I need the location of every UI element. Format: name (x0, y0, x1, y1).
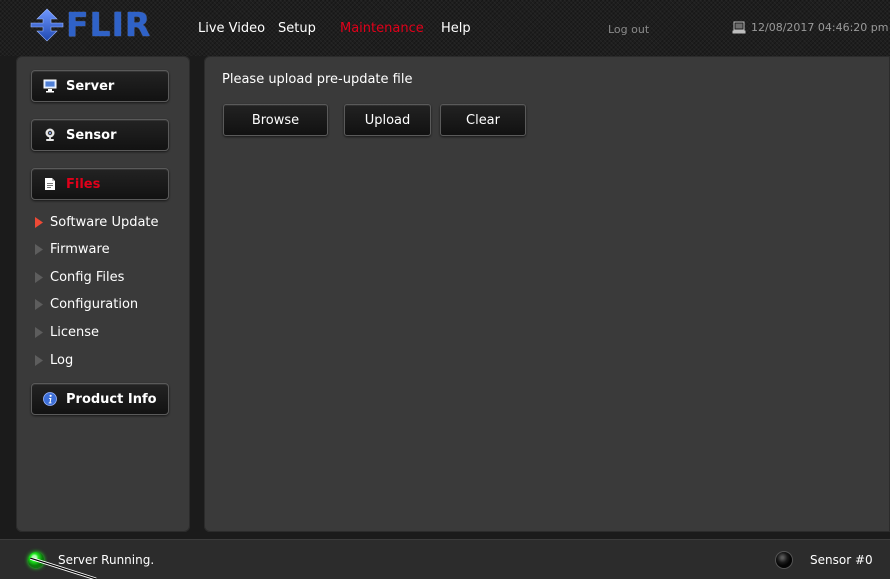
flir-logo-mark-icon (30, 8, 64, 42)
document-icon (43, 177, 57, 191)
sensor-status-led-icon (776, 552, 792, 568)
sidebar-item-config-files[interactable]: Config Files (34, 268, 124, 286)
sidebar-item-firmware[interactable]: Firmware (34, 240, 110, 258)
camera-icon (43, 128, 57, 142)
sidebar-item-label: Config Files (50, 269, 125, 285)
info-icon (43, 392, 57, 406)
sensor-button-label: Sensor (66, 127, 117, 143)
top-bar: FLIR Live Video Setup Maintenance Help L… (0, 0, 890, 56)
logout-link[interactable]: Log out (608, 23, 649, 36)
product-info-button[interactable]: Product Info (31, 383, 169, 415)
main-panel: Please upload pre-update file Browse Upl… (204, 56, 890, 532)
nav-maintenance[interactable]: Maintenance (340, 21, 424, 36)
sidebar-item-label: Firmware (50, 241, 110, 257)
nav-live-video[interactable]: Live Video (198, 21, 265, 36)
arrow-right-icon (35, 354, 43, 366)
sidebar-item-license[interactable]: License (34, 323, 99, 341)
sidebar-item-label: Log (50, 352, 74, 368)
sidebar-item-software-update[interactable]: Software Update (34, 213, 159, 231)
arrow-right-icon (35, 216, 43, 228)
arrow-right-icon (35, 271, 43, 283)
sidebar-item-label: License (50, 324, 100, 340)
brand-name: FLIR (66, 5, 152, 44)
laptop-icon (732, 21, 746, 34)
server-button[interactable]: Server (31, 70, 169, 102)
upload-prompt: Please upload pre-update file (222, 72, 413, 87)
nav-help[interactable]: Help (441, 21, 471, 36)
app-window: FLIR Live Video Setup Maintenance Help L… (0, 0, 890, 579)
sidebar-item-configuration[interactable]: Configuration (34, 295, 138, 313)
server-button-label: Server (66, 78, 115, 94)
sensor-button[interactable]: Sensor (31, 119, 169, 151)
arrow-right-icon (35, 298, 43, 310)
upload-button[interactable]: Upload (344, 104, 431, 136)
monitor-icon (43, 79, 57, 93)
browse-button[interactable]: Browse (223, 104, 328, 136)
nav-setup[interactable]: Setup (278, 21, 316, 36)
flir-logo: FLIR (30, 8, 151, 42)
arrow-right-icon (35, 243, 43, 255)
clear-button[interactable]: Clear (440, 104, 526, 136)
sidebar-item-log[interactable]: Log (34, 351, 73, 369)
product-info-button-label: Product Info (66, 391, 157, 407)
datetime-display: 12/08/2017 04:46:20 pm (732, 21, 889, 34)
files-button-label: Files (66, 176, 101, 192)
sensor-label: Sensor #0 (810, 553, 873, 567)
callout-line-icon (30, 558, 97, 579)
sidebar-item-label: Configuration (50, 296, 139, 312)
files-button[interactable]: Files (31, 168, 169, 200)
datetime-text: 12/08/2017 04:46:20 pm (751, 21, 889, 34)
sidebar: Server Sensor Files Software Update Firm… (16, 56, 190, 532)
sidebar-item-label: Software Update (50, 214, 159, 230)
arrow-right-icon (35, 326, 43, 338)
status-bar: Server Running. Sensor #0 (0, 539, 890, 579)
